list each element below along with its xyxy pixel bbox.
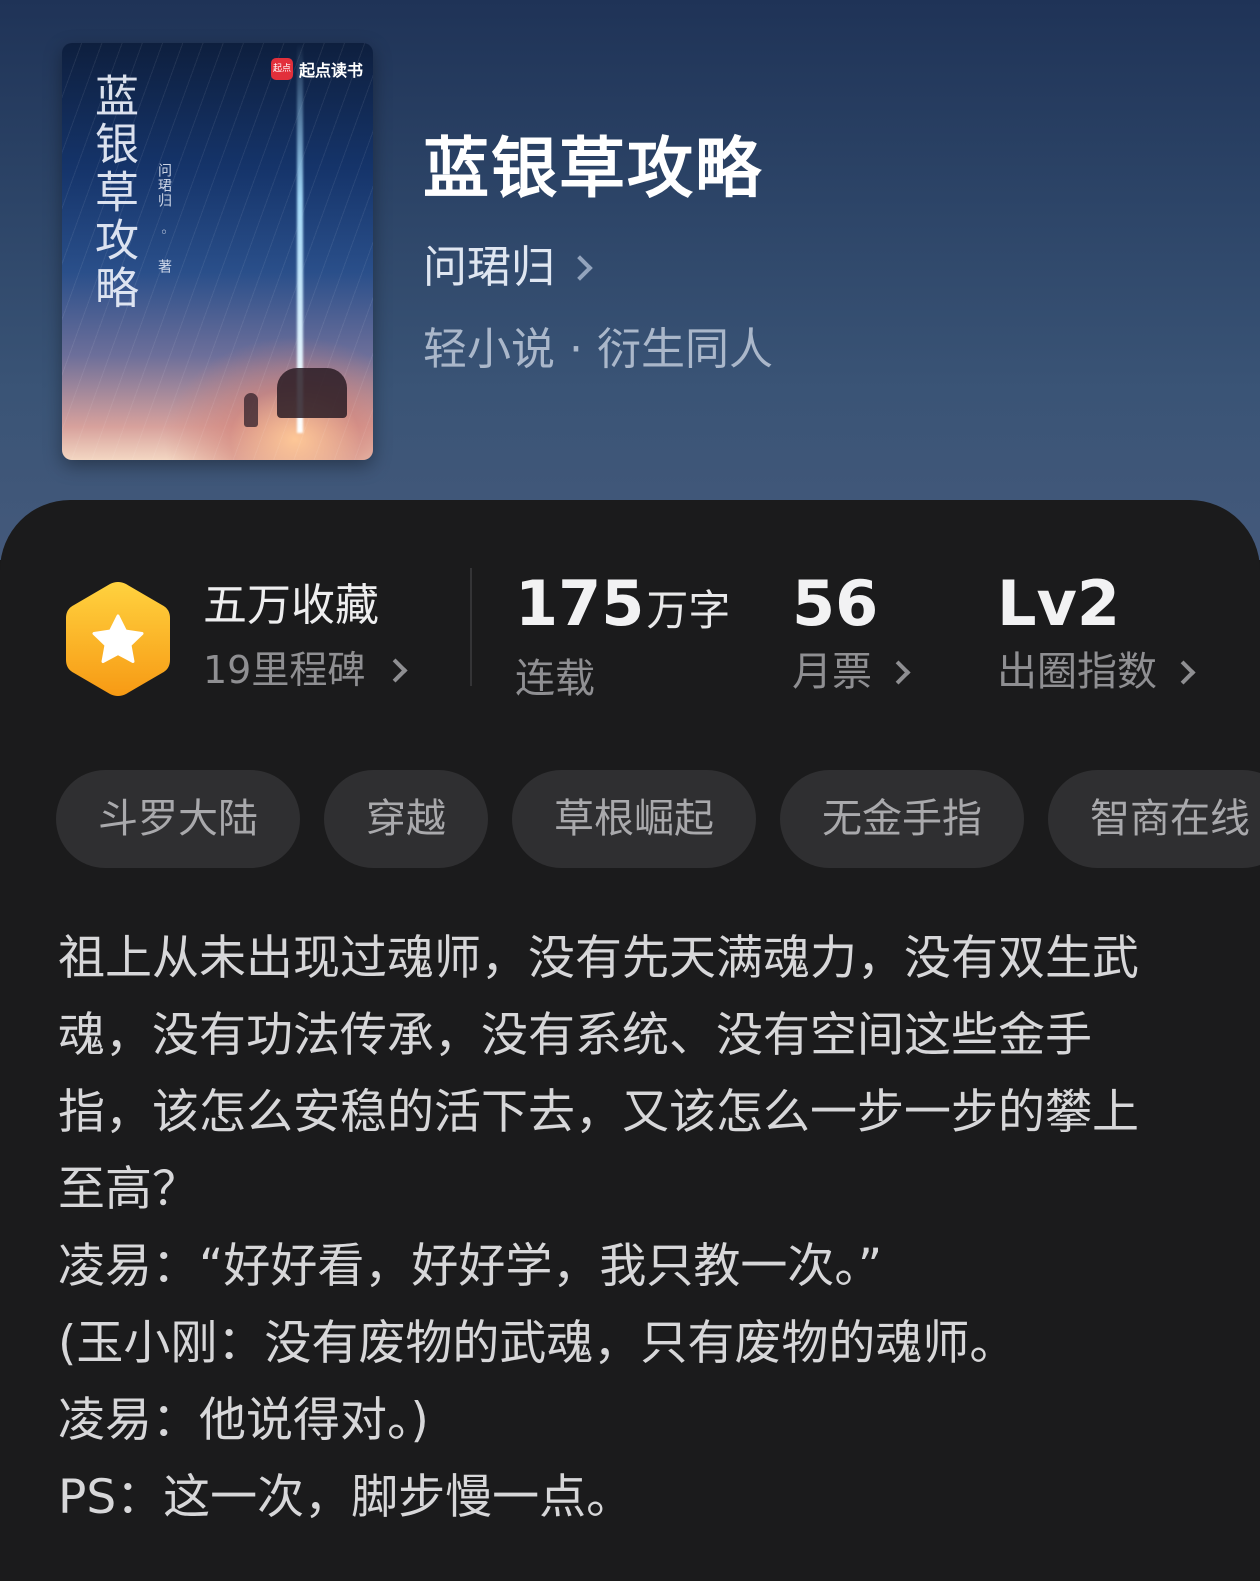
book-category: 轻小说 · 衍生同人	[423, 322, 773, 378]
word-count-number: 175	[515, 567, 645, 640]
tag-chip[interactable]: 无金手指	[780, 770, 1024, 868]
author-link[interactable]: 问珺归	[423, 240, 593, 296]
hexagon-star-icon[interactable]	[62, 578, 174, 700]
book-cover[interactable]: 蓝银草攻略 问珺归 ◦ 著 起点 起点读书	[62, 43, 373, 460]
monthly-votes-value: 56	[792, 567, 879, 640]
cover-person-silhouette	[244, 393, 258, 427]
description-paragraph: 凌易：他说得对。)	[58, 1393, 429, 1448]
tag-chip[interactable]: 智商在线	[1048, 770, 1260, 868]
milestones-label: 19里程碑	[203, 648, 366, 692]
description-paragraph: (玉小刚：没有废物的武魂，只有废物的魂师。	[58, 1316, 1017, 1371]
book-header: 蓝银草攻略 问珺归 ◦ 著 起点 起点读书 蓝银草攻略 问珺归 轻小说 · 衍生…	[0, 0, 1260, 560]
description-paragraph: 祖上从未出现过魂师，没有先天满魂力，没有双生武魂，没有功法传承，没有系统、没有空…	[58, 931, 1139, 1217]
description-paragraph: 凌易：“好好看，好好学，我只教一次。”	[58, 1239, 883, 1294]
influence-index-value: Lv2	[997, 567, 1121, 640]
tag-chip[interactable]: 斗罗大陆	[56, 770, 300, 868]
book-title: 蓝银草攻略	[423, 129, 763, 207]
cover-title: 蓝银草攻略	[87, 73, 138, 313]
chevron-right-icon	[1171, 659, 1196, 685]
monthly-votes-label: 月票	[792, 649, 872, 695]
favorites-count: 五万收藏	[203, 580, 379, 631]
chevron-right-icon	[383, 657, 408, 683]
monthly-votes-stat[interactable]: 56 月票	[792, 567, 911, 698]
category-sub: 衍生同人	[597, 324, 773, 375]
category-main: 轻小说	[423, 324, 555, 375]
cover-author: 问珺归 ◦ 著	[156, 163, 172, 274]
description-paragraph: PS：这一次，脚步慢一点。	[58, 1470, 634, 1525]
serial-status: 连载	[515, 656, 595, 702]
book-description[interactable]: 祖上从未出现过魂师，没有先天满魂力，没有双生武魂，没有功法传承，没有系统、没有空…	[58, 920, 1178, 1536]
word-count-unit: 万字	[646, 586, 731, 635]
author-name: 问珺归	[423, 242, 555, 293]
tag-list: 斗罗大陆 穿越 草根崛起 无金手指 智商在线	[56, 770, 1260, 868]
influence-index-label: 出圈指数	[997, 649, 1157, 695]
cover-piano-silhouette	[277, 368, 347, 418]
word-count-stat: 175万字 连载	[515, 568, 730, 705]
milestones-link[interactable]: 19里程碑	[203, 645, 408, 695]
category-separator: ·	[569, 324, 583, 375]
influence-index-stat[interactable]: Lv2 出圈指数	[997, 567, 1196, 698]
brand-name: 起点读书	[298, 61, 363, 80]
brand-logo-icon: 起点	[270, 58, 293, 80]
stats-divider	[470, 568, 472, 686]
chevron-right-icon	[886, 659, 911, 685]
tag-chip[interactable]: 草根崛起	[512, 770, 756, 868]
chevron-right-icon	[567, 255, 593, 281]
cover-brand: 起点 起点读书	[270, 57, 363, 81]
tag-chip[interactable]: 穿越	[324, 770, 488, 868]
